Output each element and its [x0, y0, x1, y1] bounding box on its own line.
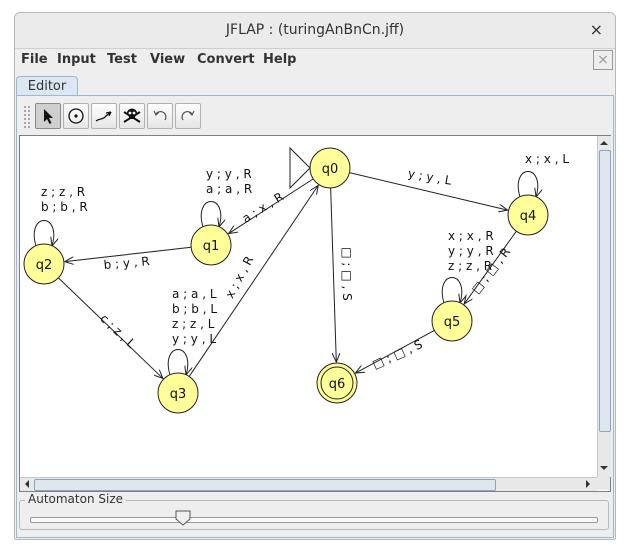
- menu-bar: File Input Test View Convert Help: [15, 49, 615, 71]
- state-label: q5: [444, 315, 461, 330]
- scroll-right-arrow-icon[interactable]: [582, 478, 594, 490]
- tab-editor[interactable]: Editor: [16, 76, 78, 97]
- menu-view[interactable]: View: [150, 52, 185, 67]
- vertical-scroll-thumb[interactable]: [599, 150, 611, 432]
- transition-label[interactable]: b ; b , L: [172, 302, 217, 316]
- redo-tool[interactable]: [175, 103, 201, 129]
- transition-label[interactable]: y ; y , L: [172, 332, 216, 346]
- toolbar-grip[interactable]: [23, 105, 31, 129]
- transition-q0-q6[interactable]: [330, 187, 337, 362]
- state-label: q0: [322, 162, 339, 177]
- transition-label[interactable]: □ ; □ , S: [340, 247, 354, 300]
- self-loop-transition-q1[interactable]: [200, 201, 221, 228]
- self-loop-transition-q4[interactable]: [517, 171, 538, 198]
- automaton-canvas[interactable]: y ; y , Ra ; a , Rz ; z , Rb ; b , Ra ; …: [20, 136, 597, 477]
- deleter-tool[interactable]: [119, 103, 145, 129]
- transition-label[interactable]: y ; y , R: [448, 244, 494, 258]
- state-label: q2: [36, 258, 53, 273]
- close-automaton-button[interactable]: ×: [593, 50, 613, 70]
- window-title: JFLAP : (turingAnBnCn.jff): [225, 22, 405, 38]
- transition-label[interactable]: x ; x , L: [525, 152, 569, 166]
- transition-label[interactable]: a ; a , L: [172, 287, 217, 301]
- scroll-up-arrow-icon[interactable]: [598, 137, 610, 149]
- automaton-canvas-viewport: y ; y , Ra ; a , Rz ; z , Rb ; b , Ra ; …: [19, 135, 611, 492]
- transition-label[interactable]: x ; x , R: [448, 229, 494, 243]
- title-bar[interactable]: JFLAP : (turingAnBnCn.jff) ×: [15, 13, 615, 49]
- state-label: q1: [203, 239, 220, 254]
- editor-toolbar: [19, 99, 611, 133]
- undo-icon: [153, 110, 167, 121]
- automaton-size-label: Automaton Size: [25, 492, 127, 506]
- transition-label[interactable]: c ; z , L: [97, 311, 138, 351]
- automaton-size-slider-track[interactable]: [30, 517, 598, 523]
- transition-label[interactable]: b ; y , R: [103, 254, 150, 272]
- menu-file[interactable]: File: [21, 52, 48, 67]
- jflap-window: JFLAP : (turingAnBnCn.jff) × File Input …: [14, 12, 616, 540]
- transition-label[interactable]: y ; y , R: [206, 167, 252, 181]
- transition-label[interactable]: □ ; □ , S: [370, 337, 424, 372]
- skull-icon: [123, 108, 141, 123]
- redo-icon: [181, 110, 195, 121]
- horizontal-scroll-thumb[interactable]: [34, 479, 496, 491]
- attribute-editor-tool[interactable]: [35, 103, 61, 129]
- automaton-size-slider-thumb[interactable]: [175, 510, 191, 526]
- menu-help[interactable]: Help: [263, 52, 296, 67]
- state-creator-tool[interactable]: [63, 103, 89, 129]
- state-circle-icon: [68, 108, 84, 124]
- self-loop-transition-q3[interactable]: [167, 349, 188, 376]
- undo-tool[interactable]: [147, 103, 173, 129]
- menu-convert[interactable]: Convert: [197, 52, 255, 67]
- self-loop-transition-q5[interactable]: [441, 277, 462, 304]
- transition-label[interactable]: x ; x , R: [223, 254, 257, 301]
- window-close-button[interactable]: ×: [590, 20, 603, 40]
- transition-label[interactable]: y ; y , L: [407, 166, 453, 187]
- menu-input[interactable]: Input: [57, 52, 96, 67]
- automaton-size-panel: Automaton Size: [17, 491, 609, 535]
- scroll-down-arrow-icon[interactable]: [598, 462, 610, 474]
- transition-creator-tool[interactable]: [91, 103, 117, 129]
- transition-label[interactable]: z ; z , R: [41, 185, 85, 199]
- transition-label[interactable]: z ; z , L: [172, 317, 215, 331]
- horizontal-scrollbar[interactable]: [20, 477, 597, 491]
- transition-arrow-icon: [95, 111, 112, 122]
- initial-state-marker: [289, 146, 311, 190]
- state-label: q3: [170, 387, 187, 402]
- scroll-left-arrow-icon[interactable]: [21, 478, 33, 490]
- transition-label[interactable]: b ; b , R: [41, 200, 88, 214]
- transition-label[interactable]: a ; a , R: [206, 182, 252, 196]
- state-label: q4: [520, 209, 537, 224]
- vertical-scrollbar[interactable]: [597, 136, 611, 477]
- arrow-pointer-icon: [44, 109, 53, 124]
- state-label: q6: [329, 377, 346, 392]
- scroll-corner: [597, 477, 610, 490]
- menu-test[interactable]: Test: [107, 52, 137, 67]
- self-loop-transition-q2[interactable]: [33, 220, 54, 247]
